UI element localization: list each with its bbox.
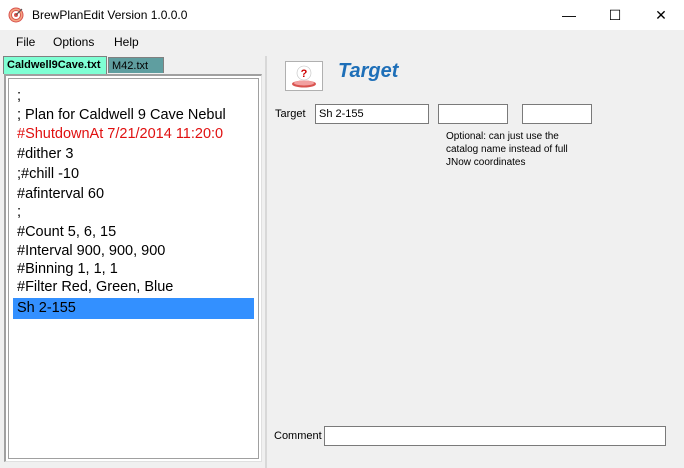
- dec-input[interactable]: [522, 104, 592, 124]
- editor-line[interactable]: ;: [17, 87, 21, 105]
- coordinates-hint: Optional: can just use the catalog name …: [446, 131, 568, 168]
- tab-m42[interactable]: M42.txt: [108, 57, 164, 73]
- editor-line[interactable]: #Count 5, 6, 15: [17, 223, 116, 241]
- editor-line[interactable]: #Filter Red, Green, Blue: [17, 278, 173, 296]
- minimize-button[interactable]: —: [546, 0, 592, 30]
- help-button[interactable]: ?: [285, 61, 323, 91]
- maximize-icon: ☐: [608, 7, 622, 23]
- editor-line[interactable]: #Binning 1, 1, 1: [17, 260, 118, 278]
- panel-splitter[interactable]: [265, 56, 267, 468]
- close-icon: ✕: [655, 7, 667, 23]
- question-help-icon: ?: [292, 65, 316, 88]
- editor-line-selected[interactable]: Sh 2-155: [13, 298, 254, 319]
- ra-input[interactable]: [438, 104, 508, 124]
- editor-line[interactable]: #Interval 900, 900, 900: [17, 242, 165, 260]
- minimize-icon: —: [562, 7, 576, 23]
- target-label: Target: [275, 108, 306, 120]
- svg-text:?: ?: [301, 68, 308, 80]
- menu-options[interactable]: Options: [53, 35, 94, 49]
- editor-line[interactable]: #ShutdownAt 7/21/2014 11:20:0: [17, 125, 223, 143]
- editor-line[interactable]: #dither 3: [17, 145, 73, 163]
- window-title: BrewPlanEdit Version 1.0.0.0: [32, 8, 188, 22]
- maximize-button[interactable]: ☐: [592, 0, 638, 30]
- title-bar: BrewPlanEdit Version 1.0.0.0 — ☐ ✕: [0, 0, 684, 30]
- menu-help[interactable]: Help: [114, 35, 139, 49]
- editor-text-area[interactable]: ; ; Plan for Caldwell 9 Cave Nebul #Shut…: [8, 78, 259, 459]
- target-name-input[interactable]: [315, 104, 429, 124]
- target-app-icon: [8, 7, 24, 23]
- menu-bar: File Options Help: [0, 30, 684, 54]
- plan-editor[interactable]: ; ; Plan for Caldwell 9 Cave Nebul #Shut…: [4, 74, 262, 462]
- editor-line[interactable]: ;#chill -10: [17, 165, 79, 183]
- panel-heading: Target: [338, 60, 399, 82]
- close-button[interactable]: ✕: [638, 0, 684, 30]
- editor-line[interactable]: ;: [17, 203, 21, 221]
- comment-label: Comment: [274, 430, 322, 442]
- editor-line[interactable]: ; Plan for Caldwell 9 Cave Nebul: [17, 106, 226, 124]
- menu-file[interactable]: File: [16, 35, 35, 49]
- tab-caldwell9cave[interactable]: Caldwell9Cave.txt: [3, 56, 107, 74]
- comment-input[interactable]: [324, 426, 666, 446]
- editor-line[interactable]: #afinterval 60: [17, 185, 104, 203]
